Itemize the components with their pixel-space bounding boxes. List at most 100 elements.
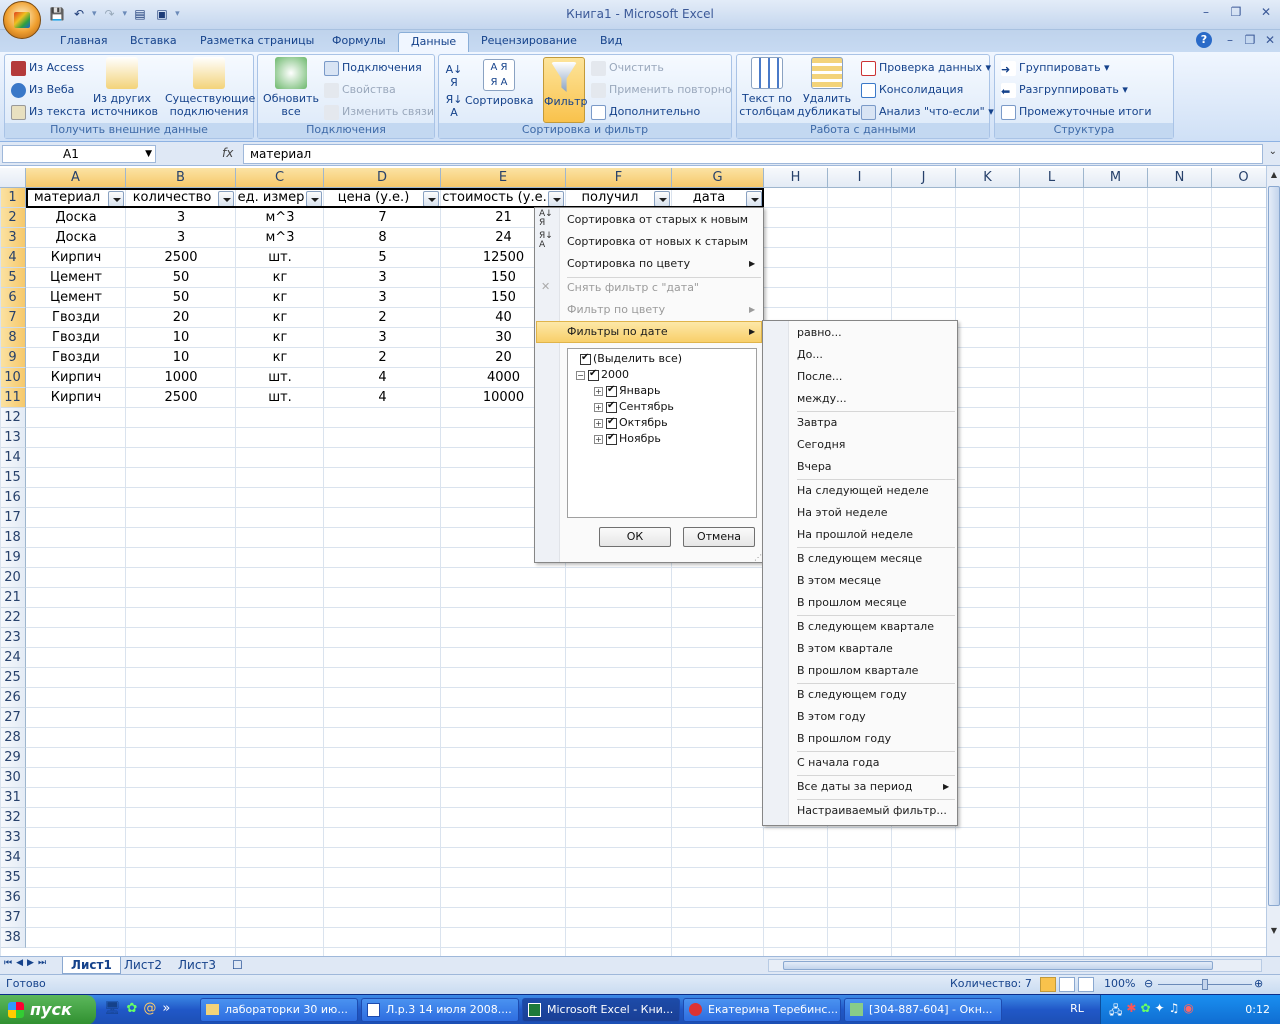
menu-sort-by-color[interactable]: Сортировка по цвету ▶ xyxy=(567,253,757,275)
sheet-nav-icons[interactable]: ⏮◀▶⏭ xyxy=(4,958,50,968)
row-header[interactable]: 3 xyxy=(0,228,26,248)
task-chat[interactable]: [304-887-604] - Окн... xyxy=(844,998,1002,1022)
date-filter-item[interactable]: На прошлой неделе xyxy=(797,524,947,546)
expand-icon[interactable]: + xyxy=(594,418,603,428)
connections-button[interactable]: Подключения xyxy=(322,59,422,79)
page-break-view-icon[interactable] xyxy=(1078,977,1094,992)
help-icon[interactable]: ? xyxy=(1196,32,1212,48)
header-cell[interactable]: количество xyxy=(126,188,218,208)
more-icon[interactable]: » xyxy=(162,1001,170,1016)
table-cell[interactable]: 50 xyxy=(126,288,236,308)
network-icon[interactable]: 🖧 xyxy=(1109,1001,1122,1022)
scroll-down-icon[interactable]: ▼ xyxy=(1268,926,1280,940)
collapse-icon[interactable]: − xyxy=(576,370,585,380)
date-filter-item[interactable]: В следующем месяце xyxy=(797,548,947,570)
zoom-in-icon[interactable]: ⊕ xyxy=(1254,977,1263,990)
tree-month[interactable]: +Январь xyxy=(594,384,661,397)
icq-icon[interactable]: ✿ xyxy=(127,1001,138,1016)
table-cell[interactable]: кг xyxy=(236,348,324,368)
row-header[interactable]: 32 xyxy=(0,808,26,828)
row-header[interactable]: 18 xyxy=(0,528,26,548)
checkbox-icon[interactable] xyxy=(580,352,591,365)
ribbon-restore-icon[interactable]: ❐ xyxy=(1240,32,1260,48)
table-cell[interactable]: 3 xyxy=(324,288,441,308)
select-all-corner[interactable] xyxy=(0,168,26,188)
sort-button[interactable]: А ЯЯ А Сортировка xyxy=(465,59,534,107)
column-header[interactable]: D xyxy=(324,168,441,188)
filter-dropdown-button[interactable] xyxy=(306,191,322,207)
date-filter-item[interactable]: В следующем квартале xyxy=(797,616,947,638)
header-cell[interactable]: материал xyxy=(26,188,108,208)
tree-month[interactable]: +Сентябрь xyxy=(594,400,674,413)
expand-icon[interactable]: + xyxy=(594,434,603,444)
row-header[interactable]: 25 xyxy=(0,668,26,688)
tab-formulas[interactable]: Формулы xyxy=(320,32,398,52)
table-cell[interactable]: 7 xyxy=(324,208,441,228)
date-filter-item[interactable]: Сегодня xyxy=(797,434,947,456)
table-cell[interactable]: кг xyxy=(236,328,324,348)
speaker-icon[interactable]: ♫ xyxy=(1169,1001,1180,1022)
filter-dropdown-button[interactable] xyxy=(654,191,670,207)
table-cell[interactable]: 2500 xyxy=(126,248,236,268)
row-header[interactable]: 20 xyxy=(0,568,26,588)
header-cell[interactable]: получил xyxy=(566,188,654,208)
row-header[interactable]: 13 xyxy=(0,428,26,448)
table-cell[interactable]: 3 xyxy=(126,228,236,248)
table-cell[interactable]: 10 xyxy=(126,348,236,368)
date-filter-item[interactable]: На следующей неделе xyxy=(797,480,947,502)
date-filter-item[interactable]: С начала года xyxy=(797,752,947,774)
sheet-tab-3[interactable]: Лист3 xyxy=(170,957,224,974)
start-button[interactable]: пуск xyxy=(0,995,96,1024)
name-box[interactable]: A1 ▼ xyxy=(2,145,156,163)
table-cell[interactable]: м^3 xyxy=(236,228,324,248)
insert-sheet-icon[interactable]: ☐ xyxy=(224,957,251,974)
row-header[interactable]: 4 xyxy=(0,248,26,268)
desktop-icon[interactable]: 🖥 xyxy=(104,1001,121,1016)
row-header[interactable]: 10 xyxy=(0,368,26,388)
tab-home[interactable]: Главная xyxy=(48,32,120,52)
group-button[interactable]: ➜ Группировать ▾ xyxy=(999,59,1110,79)
insert-function-icon[interactable]: fx xyxy=(222,146,233,160)
table-cell[interactable]: м^3 xyxy=(236,208,324,228)
reapply-button[interactable]: Применить повторно xyxy=(589,81,732,101)
row-header[interactable]: 9 xyxy=(0,348,26,368)
zoom-thumb[interactable] xyxy=(1202,979,1208,990)
header-cell[interactable]: ед. измер xyxy=(236,188,306,208)
tray-app-icon[interactable]: ✦ xyxy=(1155,1001,1165,1022)
tree-month[interactable]: +Ноябрь xyxy=(594,432,661,445)
filter-dropdown-button[interactable] xyxy=(746,191,762,207)
what-if-button[interactable]: Анализ "что-если" ▾ xyxy=(859,103,994,123)
table-cell[interactable]: шт. xyxy=(236,388,324,408)
column-header[interactable]: G xyxy=(672,168,764,188)
table-cell[interactable]: Цемент xyxy=(26,288,126,308)
row-header[interactable]: 17 xyxy=(0,508,26,528)
data-validation-button[interactable]: Проверка данных ▾ xyxy=(859,59,991,79)
filter-button[interactable]: Фильтр xyxy=(543,57,588,123)
restore-button[interactable]: ❐ xyxy=(1226,4,1246,20)
scroll-thumb[interactable] xyxy=(1268,186,1280,906)
column-header[interactable]: M xyxy=(1084,168,1148,188)
column-header[interactable]: K xyxy=(956,168,1020,188)
refresh-all-button[interactable]: Обновить все xyxy=(260,57,322,118)
checkbox-icon[interactable] xyxy=(606,400,617,413)
table-cell[interactable]: Гвозди xyxy=(26,328,126,348)
table-cell[interactable]: 4 xyxy=(324,368,441,388)
ungroup-button[interactable]: ⬅ Разгруппировать ▾ xyxy=(999,81,1128,101)
checkbox-icon[interactable] xyxy=(606,432,617,445)
table-cell[interactable]: шт. xyxy=(236,248,324,268)
table-cell[interactable]: Кирпич xyxy=(26,248,126,268)
filter-dropdown-button[interactable] xyxy=(548,191,564,207)
date-filter-item[interactable]: На этой неделе xyxy=(797,502,947,524)
edit-links-button[interactable]: Изменить связи xyxy=(322,103,434,123)
from-access-button[interactable]: Из Access xyxy=(9,59,84,79)
remove-duplicates-button[interactable]: Удалить дубликаты xyxy=(797,57,861,118)
date-filter-item[interactable]: В этом месяце xyxy=(797,570,947,592)
date-filter-item[interactable]: До... xyxy=(797,344,947,366)
menu-clear-filter[interactable]: Снять фильтр с "дата" xyxy=(567,277,699,299)
date-filter-item[interactable]: равно... xyxy=(797,322,947,344)
table-cell[interactable]: 5 xyxy=(324,248,441,268)
scroll-up-icon[interactable]: ▲ xyxy=(1268,170,1280,184)
task-excel[interactable]: Microsoft Excel - Кни... xyxy=(522,998,680,1022)
table-cell[interactable]: Цемент xyxy=(26,268,126,288)
date-filter-item[interactable]: В прошлом году xyxy=(797,728,947,750)
